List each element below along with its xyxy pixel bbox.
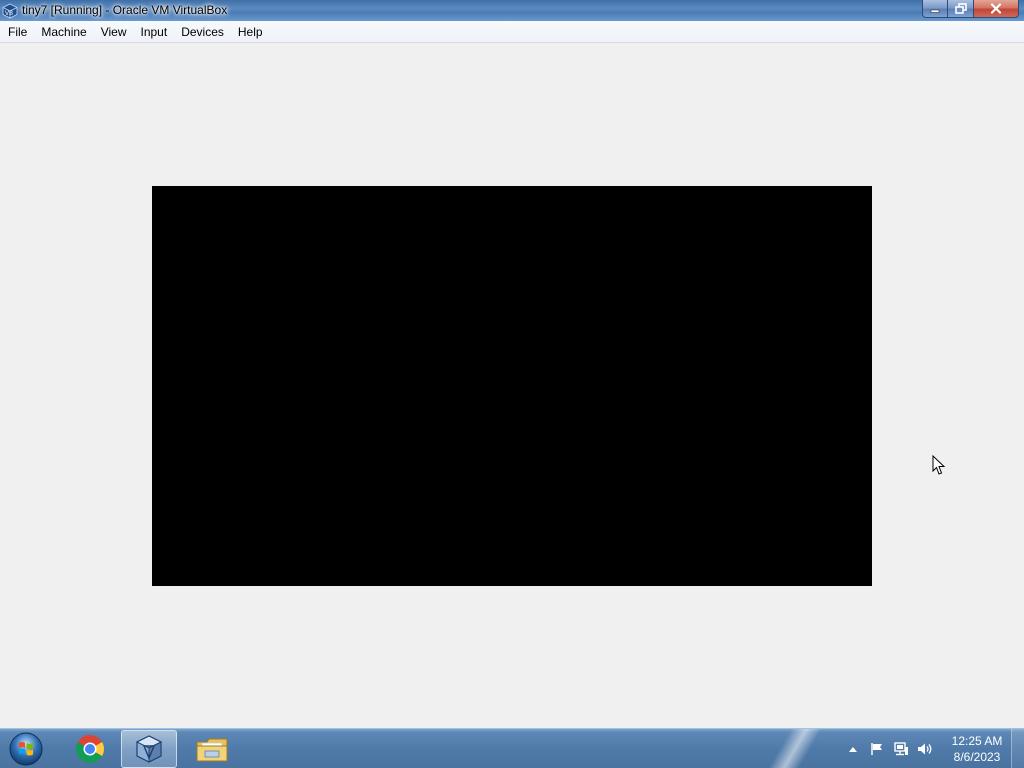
taskbar-chrome-button[interactable] — [62, 730, 118, 768]
windows-start-orb-icon — [9, 732, 43, 766]
menu-machine[interactable]: Machine — [34, 21, 93, 43]
menu-bar: File Machine View Input Devices Help — [0, 21, 1024, 43]
mouse-cursor-icon — [932, 455, 946, 475]
vm-screen[interactable] — [152, 186, 872, 586]
taskbar-glare — [760, 729, 840, 768]
action-center-button[interactable] — [869, 741, 885, 757]
taskbar-clock[interactable]: 12:25 AM 8/6/2023 — [947, 733, 1007, 765]
taskbar-explorer-button[interactable] — [184, 730, 240, 768]
chrome-icon — [76, 735, 104, 763]
menu-file[interactable]: File — [0, 21, 34, 43]
volume-button[interactable] — [917, 741, 933, 757]
close-icon — [990, 3, 1002, 14]
clock-time: 12:25 AM — [951, 734, 1003, 748]
network-icon — [894, 742, 908, 756]
vm-display-area — [0, 43, 1024, 728]
system-tray: 12:25 AM 8/6/2023 — [841, 729, 1024, 768]
window-controls — [922, 0, 1019, 18]
close-button[interactable] — [974, 0, 1019, 18]
menu-devices[interactable]: Devices — [174, 21, 231, 43]
title-bar[interactable]: VB tiny7 [Running] - Oracle VM VirtualBo… — [0, 0, 1024, 21]
show-hidden-icons-arrow-icon — [849, 747, 857, 752]
window-title: tiny7 [Running] - Oracle VM VirtualBox — [22, 3, 228, 17]
show-hidden-icons-button[interactable] — [845, 741, 861, 757]
start-button[interactable] — [6, 730, 46, 768]
clock-date: 8/6/2023 — [953, 750, 1001, 764]
menu-help[interactable]: Help — [231, 21, 270, 43]
restore-icon — [954, 3, 967, 14]
volume-icon — [918, 743, 932, 755]
action-center-flag-icon — [871, 743, 882, 755]
virtualbox-icon: VB — [2, 3, 18, 19]
network-button[interactable] — [893, 741, 909, 757]
virtualbox-icon — [135, 735, 163, 763]
menu-view[interactable]: View — [94, 21, 134, 43]
restore-button[interactable] — [948, 0, 974, 18]
menu-input[interactable]: Input — [134, 21, 175, 43]
show-desktop-button[interactable] — [1011, 729, 1024, 768]
minimize-button[interactable] — [922, 0, 948, 18]
taskbar: 12:25 AM 8/6/2023 — [0, 728, 1024, 768]
taskbar-virtualbox-button[interactable] — [121, 730, 177, 768]
file-explorer-icon — [196, 738, 228, 762]
minimize-icon — [930, 9, 940, 13]
svg-text:VB: VB — [5, 11, 13, 17]
